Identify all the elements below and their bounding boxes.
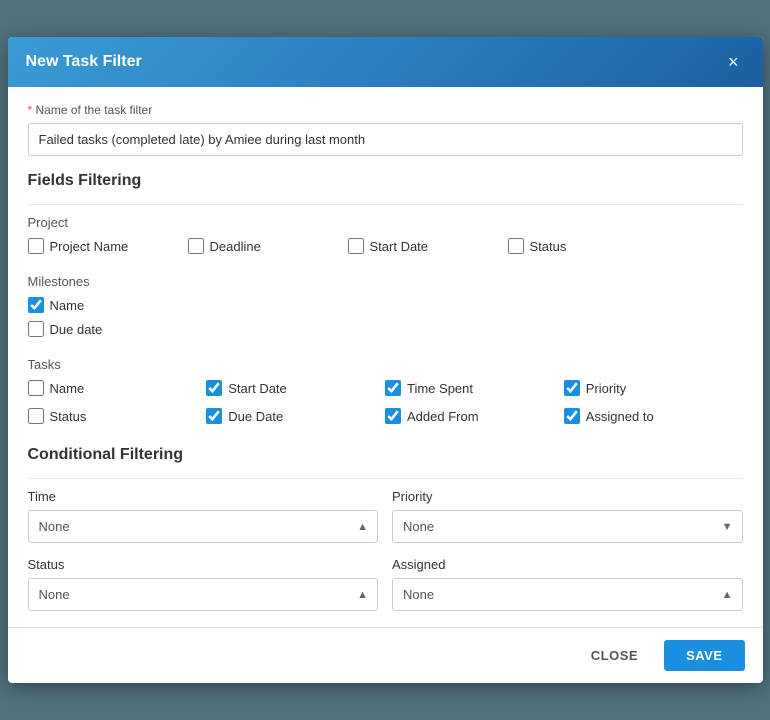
t-start-label: Start Date [228,381,287,396]
milestones-checkbox-row-2: Due date [28,321,743,343]
conditional-grid: Time None ▲ Priority None [28,489,743,611]
priority-select-wrapper: None ▼ [392,510,743,543]
ms-name-label: Name [50,298,85,313]
t-due-label: Due Date [228,409,283,424]
status-label: Status [28,557,379,572]
time-select[interactable]: None [28,510,379,543]
project-group: Project Project Name Deadline Start Date [28,215,743,260]
t-addedfrom-checkbox[interactable] [385,408,401,424]
t-start-item: Start Date [206,380,385,396]
modal-footer: CLOSE SAVE [8,627,763,683]
project-group-label: Project [28,215,743,230]
t-addedfrom-item: Added From [385,408,564,424]
modal-header: New Task Filter × [8,37,763,87]
priority-select[interactable]: None [392,510,743,543]
start-date-checkbox[interactable] [348,238,364,254]
deadline-label: Deadline [210,239,261,254]
t-priority-checkbox[interactable] [564,380,580,396]
filter-name-group: Name of the task filter [28,103,743,156]
t-timespent-label: Time Spent [407,381,473,396]
milestones-checkbox-row: Name [28,297,743,319]
project-name-item: Project Name [28,238,188,254]
start-date-item: Start Date [348,238,508,254]
deadline-item: Deadline [188,238,348,254]
tasks-group: Tasks Name Start Date Time Spent [28,357,743,430]
t-timespent-checkbox[interactable] [385,380,401,396]
status-field: Status None ▲ [28,557,379,611]
status-select-wrapper: None ▲ [28,578,379,611]
project-checkbox-row: Project Name Deadline Start Date Status [28,238,743,260]
t-name-checkbox[interactable] [28,380,44,396]
modal-dialog: New Task Filter × Name of the task filte… [8,37,763,683]
t-priority-item: Priority [564,380,743,396]
ms-due-checkbox[interactable] [28,321,44,337]
status-item-proj: Status [508,238,668,254]
t-assignedto-checkbox[interactable] [564,408,580,424]
time-label: Time [28,489,379,504]
t-status-checkbox[interactable] [28,408,44,424]
t-assignedto-label: Assigned to [586,409,654,424]
modal-body: Name of the task filter Fields Filtering… [8,87,763,627]
assigned-label: Assigned [392,557,743,572]
t-status-label: Status [50,409,87,424]
t-priority-label: Priority [586,381,626,396]
filter-name-input[interactable] [28,123,743,156]
tasks-group-label: Tasks [28,357,743,372]
proj-status-label: Status [530,239,567,254]
t-addedfrom-label: Added From [407,409,479,424]
t-timespent-item: Time Spent [385,380,564,396]
ms-name-checkbox[interactable] [28,297,44,313]
time-select-wrapper: None ▲ [28,510,379,543]
t-assignedto-item: Assigned to [564,408,743,424]
assigned-select[interactable]: None [392,578,743,611]
proj-status-checkbox[interactable] [508,238,524,254]
deadline-checkbox[interactable] [188,238,204,254]
t-name-item: Name [28,380,207,396]
priority-field: Priority None ▼ [392,489,743,543]
modal-title: New Task Filter [26,53,142,71]
conditional-divider [28,478,743,479]
close-button[interactable]: CLOSE [575,640,654,671]
filter-name-label: Name of the task filter [28,103,743,117]
t-start-checkbox[interactable] [206,380,222,396]
t-status-item: Status [28,408,207,424]
milestones-group-label: Milestones [28,274,743,289]
assigned-field: Assigned None ▲ [392,557,743,611]
ms-due-label: Due date [50,322,103,337]
fields-divider [28,204,743,205]
conditional-filtering-title: Conditional Filtering [28,446,743,468]
start-date-label: Start Date [370,239,429,254]
modal-close-x-button[interactable]: × [722,51,745,73]
modal-overlay: New Task Filter × Name of the task filte… [0,0,770,720]
priority-label: Priority [392,489,743,504]
t-due-checkbox[interactable] [206,408,222,424]
milestones-group: Milestones Name Due date [28,274,743,343]
save-button[interactable]: SAVE [664,640,744,671]
time-field: Time None ▲ [28,489,379,543]
fields-filtering-title: Fields Filtering [28,172,743,194]
tasks-checkbox-row: Name Start Date Time Spent Priority [28,380,743,430]
assigned-select-wrapper: None ▲ [392,578,743,611]
t-due-item: Due Date [206,408,385,424]
status-select[interactable]: None [28,578,379,611]
project-name-label: Project Name [50,239,129,254]
t-name-label: Name [50,381,85,396]
ms-due-item: Due date [28,321,188,337]
conditional-filtering-section: Conditional Filtering Time None ▲ Pri [28,446,743,611]
ms-name-item: Name [28,297,188,313]
project-name-checkbox[interactable] [28,238,44,254]
